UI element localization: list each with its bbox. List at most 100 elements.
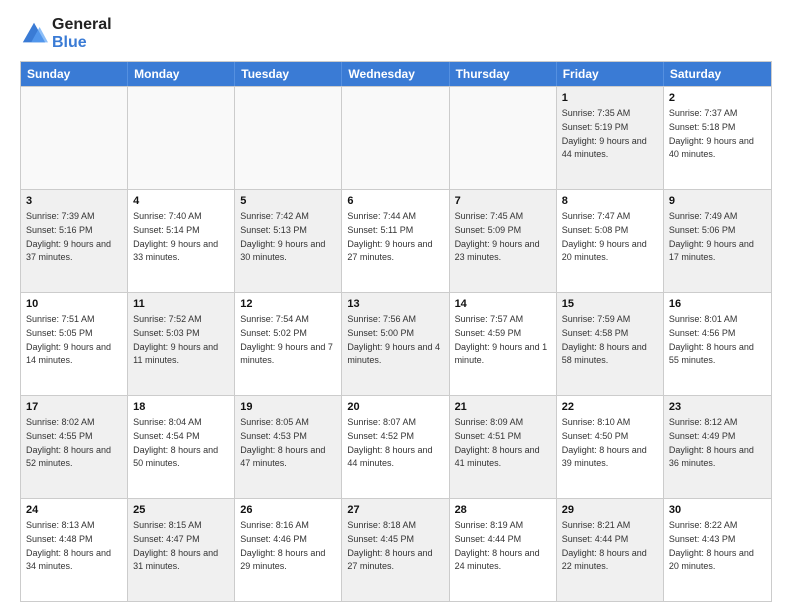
day-number: 3 xyxy=(26,194,122,209)
day-number: 5 xyxy=(240,194,336,209)
day-info: Sunrise: 8:07 AM Sunset: 4:52 PM Dayligh… xyxy=(347,417,432,468)
day-number: 25 xyxy=(133,503,229,518)
day-cell-21: 21Sunrise: 8:09 AM Sunset: 4:51 PM Dayli… xyxy=(450,396,557,498)
day-number: 13 xyxy=(347,297,443,312)
day-cell-17: 17 Sunrise: 8:02 AM Sunset: 4:55 PM Dayli… xyxy=(21,396,128,498)
day-number: 9 xyxy=(669,194,766,209)
day-number: 22 xyxy=(562,400,658,415)
day-cell-28: 28 Sunrise: 8:19 AM Sunset: 4:44 PM Dayli… xyxy=(450,499,557,601)
day-info: Sunrise: 7:44 AM Sunset: 5:11 PM Dayligh… xyxy=(347,211,432,262)
empty-cell-0-1 xyxy=(128,87,235,189)
day-cell-6: 6 Sunrise: 7:44 AM Sunset: 5:11 PM Daylig… xyxy=(342,190,449,292)
day-info: Sunrise: 8:02 AM Sunset: 4:55 PM Dayligh… xyxy=(26,417,111,468)
day-number: 14 xyxy=(455,297,551,312)
day-info: Sunrise: 7:40 AM Sunset: 5:14 PM Dayligh… xyxy=(133,211,218,262)
day-number: 7 xyxy=(455,194,551,209)
day-number: 17 xyxy=(26,400,122,415)
day-info: Sunrise: 7:59 AM Sunset: 4:58 PM Dayligh… xyxy=(562,314,647,365)
header-day-friday: Friday xyxy=(557,62,664,86)
day-number: 10 xyxy=(26,297,122,312)
day-number: 12 xyxy=(240,297,336,312)
day-cell-9: 9 Sunrise: 7:49 AM Sunset: 5:06 PM Daylig… xyxy=(664,190,771,292)
day-cell-13: 13 Sunrise: 7:56 AM Sunset: 5:00 PM Dayli… xyxy=(342,293,449,395)
day-info: Sunrise: 8:21 AM Sunset: 4:44 PM Dayligh… xyxy=(562,520,647,571)
day-cell-30: 30 Sunrise: 8:22 AM Sunset: 4:43 PM Dayli… xyxy=(664,499,771,601)
header: General Blue xyxy=(20,16,772,51)
day-number: 11 xyxy=(133,297,229,312)
calendar-row-5: 24 Sunrise: 8:13 AM Sunset: 4:48 PM Dayli… xyxy=(21,498,771,601)
day-cell-7: 7Sunrise: 7:45 AM Sunset: 5:09 PM Daylig… xyxy=(450,190,557,292)
day-cell-29: 29 Sunrise: 8:21 AM Sunset: 4:44 PM Dayli… xyxy=(557,499,664,601)
day-cell-8: 8 Sunrise: 7:47 AM Sunset: 5:08 PM Daylig… xyxy=(557,190,664,292)
day-number: 18 xyxy=(133,400,229,415)
calendar-body: 1Sunrise: 7:35 AM Sunset: 5:19 PM Daylig… xyxy=(21,86,771,601)
empty-cell-0-4 xyxy=(450,87,557,189)
day-cell-25: 25 Sunrise: 8:15 AM Sunset: 4:47 PM Dayli… xyxy=(128,499,235,601)
day-info: Sunrise: 7:42 AM Sunset: 5:13 PM Dayligh… xyxy=(240,211,325,262)
day-number: 21 xyxy=(455,400,551,415)
day-cell-19: 19 Sunrise: 8:05 AM Sunset: 4:53 PM Dayli… xyxy=(235,396,342,498)
day-number: 20 xyxy=(347,400,443,415)
empty-cell-0-0 xyxy=(21,87,128,189)
day-info: Sunrise: 7:57 AM Sunset: 4:59 PM Dayligh… xyxy=(455,314,548,365)
header-day-tuesday: Tuesday xyxy=(235,62,342,86)
empty-cell-0-2 xyxy=(235,87,342,189)
day-info: Sunrise: 7:52 AM Sunset: 5:03 PM Dayligh… xyxy=(133,314,218,365)
calendar-row-2: 3 Sunrise: 7:39 AM Sunset: 5:16 PM Daylig… xyxy=(21,189,771,292)
header-day-monday: Monday xyxy=(128,62,235,86)
header-day-wednesday: Wednesday xyxy=(342,62,449,86)
calendar-row-3: 10 Sunrise: 7:51 AM Sunset: 5:05 PM Dayli… xyxy=(21,292,771,395)
header-day-thursday: Thursday xyxy=(450,62,557,86)
day-info: Sunrise: 8:19 AM Sunset: 4:44 PM Dayligh… xyxy=(455,520,540,571)
day-info: Sunrise: 8:13 AM Sunset: 4:48 PM Dayligh… xyxy=(26,520,111,571)
day-info: Sunrise: 8:16 AM Sunset: 4:46 PM Dayligh… xyxy=(240,520,325,571)
day-info: Sunrise: 8:04 AM Sunset: 4:54 PM Dayligh… xyxy=(133,417,218,468)
day-number: 30 xyxy=(669,503,766,518)
day-cell-20: 20 Sunrise: 8:07 AM Sunset: 4:52 PM Dayli… xyxy=(342,396,449,498)
day-number: 8 xyxy=(562,194,658,209)
day-info: Sunrise: 7:56 AM Sunset: 5:00 PM Dayligh… xyxy=(347,314,440,365)
day-cell-27: 27Sunrise: 8:18 AM Sunset: 4:45 PM Dayli… xyxy=(342,499,449,601)
day-number: 24 xyxy=(26,503,122,518)
day-cell-1: 1Sunrise: 7:35 AM Sunset: 5:19 PM Daylig… xyxy=(557,87,664,189)
day-number: 6 xyxy=(347,194,443,209)
page: General Blue SundayMondayTuesdayWednesda… xyxy=(0,0,792,612)
day-info: Sunrise: 8:05 AM Sunset: 4:53 PM Dayligh… xyxy=(240,417,325,468)
day-cell-22: 22Sunrise: 8:10 AM Sunset: 4:50 PM Dayli… xyxy=(557,396,664,498)
header-day-saturday: Saturday xyxy=(664,62,771,86)
day-cell-12: 12Sunrise: 7:54 AM Sunset: 5:02 PM Dayli… xyxy=(235,293,342,395)
day-info: Sunrise: 8:22 AM Sunset: 4:43 PM Dayligh… xyxy=(669,520,754,571)
day-number: 19 xyxy=(240,400,336,415)
day-number: 29 xyxy=(562,503,658,518)
day-number: 15 xyxy=(562,297,658,312)
day-info: Sunrise: 7:37 AM Sunset: 5:18 PM Dayligh… xyxy=(669,108,754,159)
day-number: 16 xyxy=(669,297,766,312)
day-cell-11: 11 Sunrise: 7:52 AM Sunset: 5:03 PM Dayli… xyxy=(128,293,235,395)
day-cell-14: 14 Sunrise: 7:57 AM Sunset: 4:59 PM Dayli… xyxy=(450,293,557,395)
day-info: Sunrise: 7:39 AM Sunset: 5:16 PM Dayligh… xyxy=(26,211,111,262)
day-cell-2: 2 Sunrise: 7:37 AM Sunset: 5:18 PM Daylig… xyxy=(664,87,771,189)
day-cell-10: 10 Sunrise: 7:51 AM Sunset: 5:05 PM Dayli… xyxy=(21,293,128,395)
day-number: 28 xyxy=(455,503,551,518)
day-cell-3: 3 Sunrise: 7:39 AM Sunset: 5:16 PM Daylig… xyxy=(21,190,128,292)
logo-icon xyxy=(20,20,48,48)
day-info: Sunrise: 7:47 AM Sunset: 5:08 PM Dayligh… xyxy=(562,211,647,262)
day-info: Sunrise: 7:35 AM Sunset: 5:19 PM Dayligh… xyxy=(562,108,647,159)
calendar-row-4: 17 Sunrise: 8:02 AM Sunset: 4:55 PM Dayli… xyxy=(21,395,771,498)
day-number: 27 xyxy=(347,503,443,518)
calendar-header: SundayMondayTuesdayWednesdayThursdayFrid… xyxy=(21,62,771,86)
day-info: Sunrise: 7:49 AM Sunset: 5:06 PM Dayligh… xyxy=(669,211,754,262)
day-info: Sunrise: 8:15 AM Sunset: 4:47 PM Dayligh… xyxy=(133,520,218,571)
day-number: 2 xyxy=(669,91,766,106)
empty-cell-0-3 xyxy=(342,87,449,189)
day-info: Sunrise: 8:01 AM Sunset: 4:56 PM Dayligh… xyxy=(669,314,754,365)
day-cell-18: 18 Sunrise: 8:04 AM Sunset: 4:54 PM Dayli… xyxy=(128,396,235,498)
day-cell-24: 24 Sunrise: 8:13 AM Sunset: 4:48 PM Dayli… xyxy=(21,499,128,601)
day-cell-5: 5 Sunrise: 7:42 AM Sunset: 5:13 PM Daylig… xyxy=(235,190,342,292)
day-info: Sunrise: 7:51 AM Sunset: 5:05 PM Dayligh… xyxy=(26,314,111,365)
day-cell-15: 15 Sunrise: 7:59 AM Sunset: 4:58 PM Dayli… xyxy=(557,293,664,395)
day-cell-23: 23Sunrise: 8:12 AM Sunset: 4:49 PM Dayli… xyxy=(664,396,771,498)
day-number: 26 xyxy=(240,503,336,518)
day-number: 23 xyxy=(669,400,766,415)
calendar-row-1: 1Sunrise: 7:35 AM Sunset: 5:19 PM Daylig… xyxy=(21,86,771,189)
